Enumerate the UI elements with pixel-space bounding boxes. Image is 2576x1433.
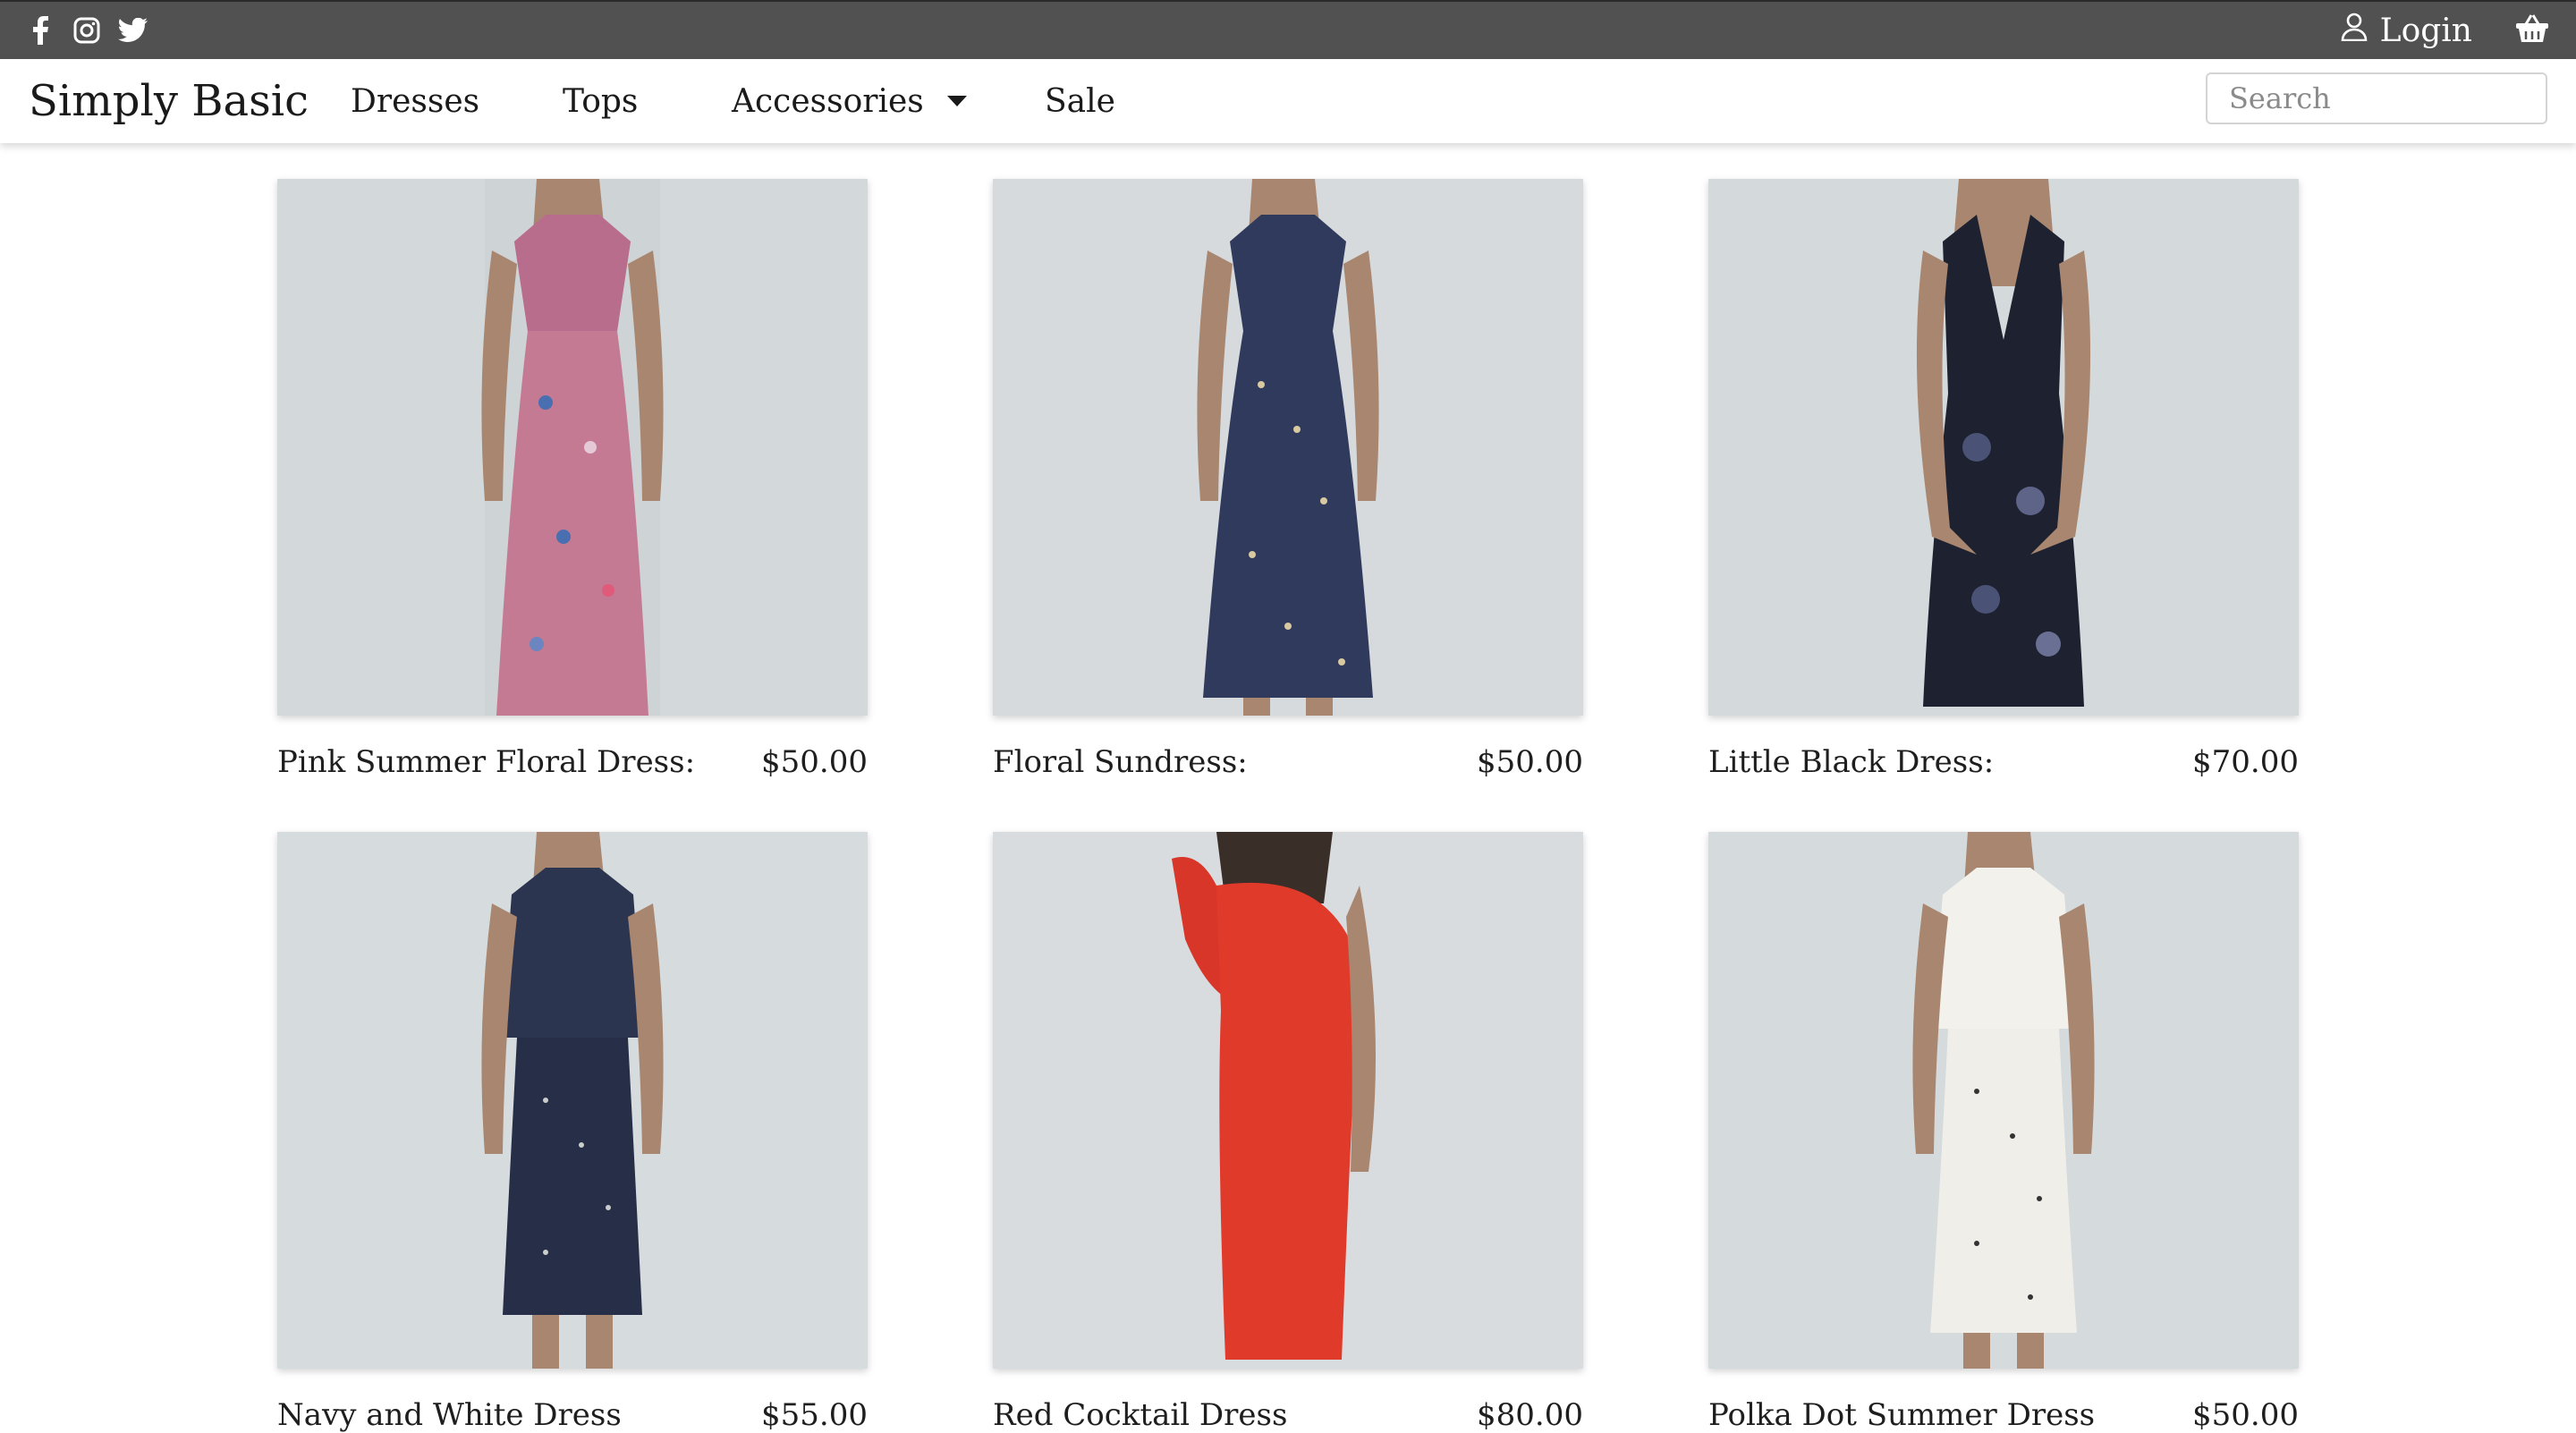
product-card: Floral Sundress: $50.00 xyxy=(993,179,1583,780)
product-card: Navy and White Dress $55.00 xyxy=(277,832,868,1433)
product-name[interactable]: Floral Sundress: xyxy=(993,744,1248,780)
product-caption: Polka Dot Summer Dress $50.00 xyxy=(1708,1397,2299,1433)
twitter-icon[interactable] xyxy=(118,15,148,46)
product-price: $70.00 xyxy=(2192,744,2299,780)
login-link[interactable]: Login xyxy=(2341,13,2472,49)
search-input[interactable] xyxy=(2206,72,2547,124)
product-name[interactable]: Navy and White Dress xyxy=(277,1397,622,1433)
product-image[interactable] xyxy=(993,179,1583,716)
product-name[interactable]: Polka Dot Summer Dress xyxy=(1708,1397,2095,1433)
product-caption: Little Black Dress: $70.00 xyxy=(1708,744,2299,780)
product-card: Little Black Dress: $70.00 xyxy=(1708,179,2299,780)
product-price: $80.00 xyxy=(1477,1397,1583,1433)
product-card: Pink Summer Floral Dress: $50.00 xyxy=(277,179,868,780)
facebook-icon[interactable] xyxy=(25,15,55,46)
caret-down-icon xyxy=(946,96,967,106)
product-price: $50.00 xyxy=(761,744,868,780)
product-name[interactable]: Pink Summer Floral Dress: xyxy=(277,744,695,780)
product-image[interactable] xyxy=(1708,832,2299,1369)
instagram-icon[interactable] xyxy=(72,15,102,46)
cart-button[interactable] xyxy=(2515,14,2549,47)
nav-accessories-dropdown[interactable]: Accessories xyxy=(732,83,967,120)
product-image[interactable] xyxy=(277,179,868,716)
main-navbar: Simply Basic Dresses Tops Accessories Sa… xyxy=(0,59,2576,143)
product-price: $55.00 xyxy=(761,1397,868,1433)
product-caption: Pink Summer Floral Dress: $50.00 xyxy=(277,744,868,780)
product-image[interactable] xyxy=(993,832,1583,1369)
product-price: $50.00 xyxy=(2192,1397,2299,1433)
product-image[interactable] xyxy=(277,832,868,1369)
product-caption: Red Cocktail Dress $80.00 xyxy=(993,1397,1583,1433)
product-caption: Floral Sundress: $50.00 xyxy=(993,744,1583,780)
product-caption: Navy and White Dress $55.00 xyxy=(277,1397,868,1433)
product-card: Polka Dot Summer Dress $50.00 xyxy=(1708,832,2299,1433)
user-icon xyxy=(2341,13,2368,49)
login-label: Login xyxy=(2379,12,2472,49)
brand-logo[interactable]: Simply Basic xyxy=(0,76,351,126)
product-name[interactable]: Little Black Dress: xyxy=(1708,744,1994,780)
product-name[interactable]: Red Cocktail Dress xyxy=(993,1397,1287,1433)
nav-sale[interactable]: Sale xyxy=(1045,83,1115,120)
top-bar: Login xyxy=(0,0,2576,59)
social-links xyxy=(0,15,148,46)
nav-tops[interactable]: Tops xyxy=(563,83,638,120)
account-area: Login xyxy=(2341,13,2576,49)
product-price: $50.00 xyxy=(1477,744,1583,780)
basket-icon xyxy=(2515,14,2549,47)
product-image[interactable] xyxy=(1708,179,2299,716)
nav-accessories-label: Accessories xyxy=(732,82,924,120)
nav-dresses[interactable]: Dresses xyxy=(351,83,479,120)
product-card: Red Cocktail Dress $80.00 xyxy=(993,832,1583,1433)
